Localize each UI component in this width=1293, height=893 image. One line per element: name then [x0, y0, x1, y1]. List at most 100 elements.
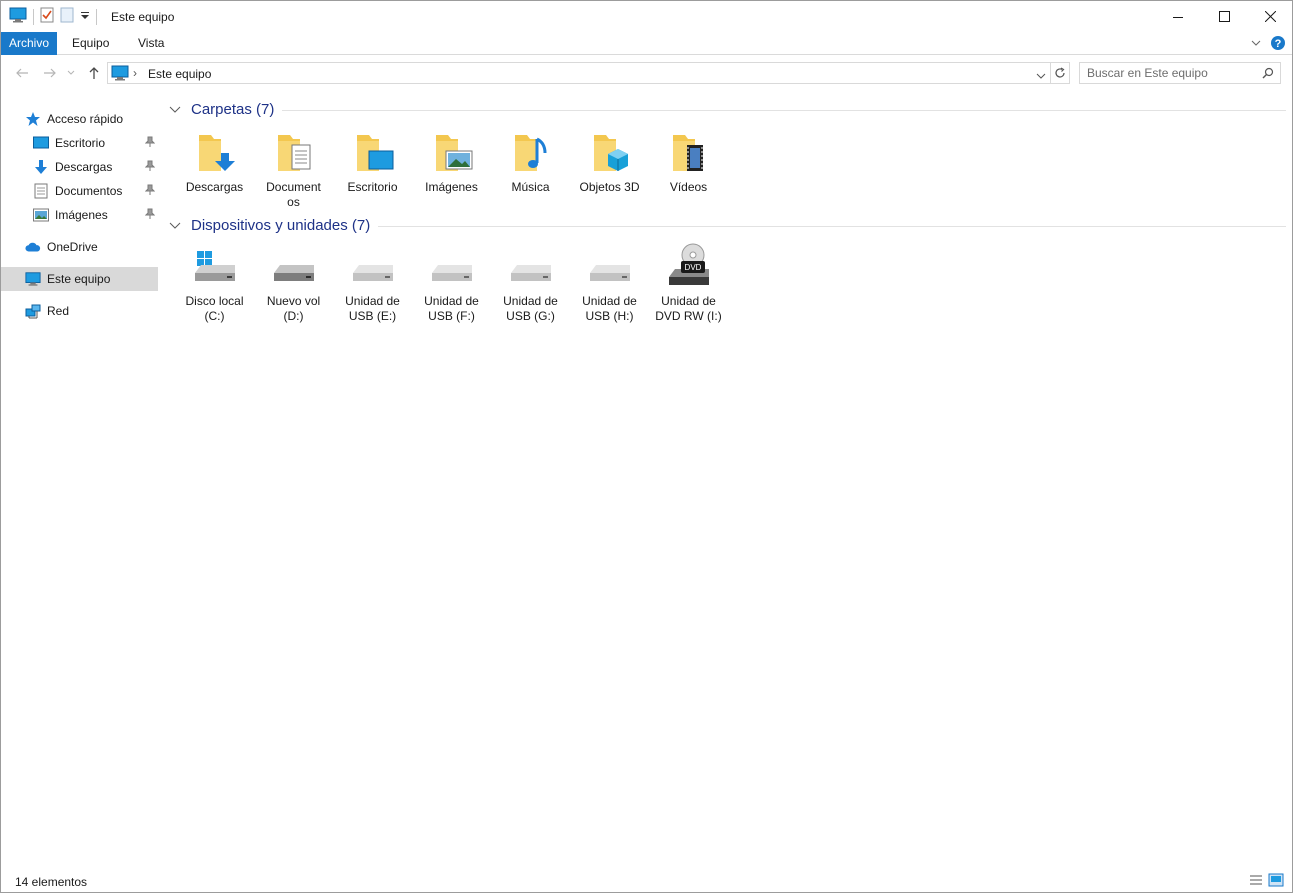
svg-text:?: ? — [1275, 38, 1282, 50]
sidebar-item-acceso-rapido[interactable]: Acceso rápido — [1, 107, 158, 131]
folder-item-escritorio[interactable]: Escritorio — [333, 129, 412, 210]
status-item-count: 14 elementos — [15, 875, 88, 889]
chevron-down-icon — [67, 70, 75, 75]
sidebar-item-imagenes[interactable]: Imágenes — [1, 203, 158, 227]
pin-icon[interactable] — [144, 136, 156, 151]
address-dropdown-button[interactable] — [1036, 69, 1046, 83]
content-pane: Carpetas (7) Descargas Document os Escri… — [161, 97, 1286, 324]
drive-item-e[interactable]: Unidad de USB (E:) — [333, 243, 412, 324]
folder-item-videos[interactable]: Vídeos — [649, 129, 728, 210]
recent-locations-button[interactable] — [65, 63, 77, 83]
cloud-icon — [25, 239, 41, 255]
documents-folder-icon — [270, 129, 318, 177]
item-label: Vídeos — [669, 180, 708, 194]
usb-drive-icon — [428, 243, 476, 291]
videos-folder-icon — [665, 129, 713, 177]
tab-archivo[interactable]: Archivo — [1, 32, 57, 55]
group-divider — [378, 225, 1286, 227]
item-label: Escritorio — [347, 180, 398, 194]
drive-item-g[interactable]: Unidad de USB (G:) — [491, 243, 570, 324]
pin-icon[interactable] — [144, 160, 156, 175]
folders-list: Descargas Document os Escritorio Imágene… — [175, 129, 1286, 210]
maximize-button[interactable] — [1201, 1, 1247, 32]
downloads-folder-icon — [191, 129, 239, 177]
group-title: Carpetas (7) — [191, 100, 275, 118]
chevron-down-icon[interactable] — [169, 217, 183, 234]
item-label: Imágenes — [425, 180, 478, 194]
network-icon — [25, 303, 41, 319]
devices-list: Disco local (C:) Nuevo vol (D:) Unidad d… — [175, 243, 1286, 324]
desktop-folder-icon — [349, 129, 397, 177]
expand-ribbon-button[interactable] — [1250, 37, 1262, 52]
sidebar-item-onedrive[interactable]: OneDrive — [1, 235, 158, 259]
ribbon-controls: ? — [1250, 35, 1286, 54]
customize-toolbar-icon[interactable] — [80, 10, 90, 24]
music-folder-icon — [507, 129, 555, 177]
toolbar-separator — [33, 8, 34, 25]
hard-drive-icon — [270, 243, 318, 291]
search-icon[interactable] — [1262, 67, 1274, 82]
folder-item-objetos-3d[interactable]: Objetos 3D — [570, 129, 649, 210]
item-label: Unidad de USB (H:) — [582, 294, 637, 323]
item-label: Nuevo vol (D:) — [266, 294, 321, 323]
close-button[interactable] — [1247, 1, 1293, 32]
pictures-folder-icon — [428, 129, 476, 177]
back-button[interactable] — [13, 63, 31, 83]
refresh-button[interactable] — [1050, 62, 1070, 84]
forward-button[interactable] — [41, 63, 59, 83]
chevron-down-icon[interactable] — [169, 101, 183, 118]
tab-equipo[interactable]: Equipo — [63, 32, 118, 55]
sidebar-item-escritorio[interactable]: Escritorio — [1, 131, 158, 155]
download-icon — [33, 159, 49, 175]
title-bar: Este equipo — [1, 1, 1292, 32]
toolbar-separator — [96, 8, 97, 25]
breadcrumb-separator[interactable]: › — [133, 66, 137, 80]
computer-icon — [25, 271, 41, 287]
folder-item-documentos[interactable]: Document os — [254, 129, 333, 210]
sidebar-item-label: Este equipo — [47, 272, 111, 286]
sidebar-item-documentos[interactable]: Documentos — [1, 179, 158, 203]
sidebar-item-label: Documentos — [55, 184, 123, 198]
star-icon — [25, 111, 41, 127]
folder-item-descargas[interactable]: Descargas — [175, 129, 254, 210]
drive-item-h[interactable]: Unidad de USB (H:) — [570, 243, 649, 324]
pin-icon[interactable] — [144, 208, 156, 223]
arrow-up-icon — [89, 67, 99, 79]
sidebar-item-label: Descargas — [55, 160, 113, 174]
sidebar-item-red[interactable]: Red — [1, 299, 158, 323]
drive-item-i[interactable]: DVD Unidad de DVD RW (I:) — [649, 243, 728, 324]
item-label: Disco local (C:) — [185, 294, 244, 323]
address-bar[interactable]: › Este equipo — [107, 62, 1051, 84]
search-input[interactable] — [1087, 66, 1257, 80]
new-folder-icon[interactable] — [60, 7, 74, 26]
large-icons-view-button[interactable] — [1268, 873, 1284, 890]
pin-icon[interactable] — [144, 184, 156, 199]
drive-item-d[interactable]: Nuevo vol (D:) — [254, 243, 333, 324]
properties-icon[interactable] — [40, 7, 54, 26]
minimize-button[interactable] — [1155, 1, 1201, 32]
help-icon: ? — [1271, 36, 1285, 50]
chevron-down-icon — [1036, 73, 1046, 79]
help-button[interactable]: ? — [1270, 35, 1286, 54]
search-box[interactable] — [1079, 62, 1281, 84]
tab-vista[interactable]: Vista — [129, 32, 173, 55]
breadcrumb-este-equipo[interactable]: Este equipo — [148, 67, 211, 81]
group-header-dispositivos[interactable]: Dispositivos y unidades (7) — [161, 213, 1286, 237]
details-view-button[interactable] — [1248, 873, 1264, 890]
item-label: Descargas — [185, 180, 244, 194]
drive-item-f[interactable]: Unidad de USB (F:) — [412, 243, 491, 324]
folder-item-imagenes[interactable]: Imágenes — [412, 129, 491, 210]
view-toggle — [1248, 873, 1284, 890]
up-button[interactable] — [85, 63, 103, 83]
sidebar-item-descargas[interactable]: Descargas — [1, 155, 158, 179]
window-title: Este equipo — [111, 10, 175, 24]
folder-item-musica[interactable]: Música — [491, 129, 570, 210]
drive-item-c[interactable]: Disco local (C:) — [175, 243, 254, 324]
group-title: Dispositivos y unidades (7) — [191, 216, 371, 234]
item-label: Unidad de USB (E:) — [345, 294, 400, 323]
sidebar-item-este-equipo[interactable]: Este equipo — [1, 267, 158, 291]
usb-drive-icon — [507, 243, 555, 291]
item-label: Unidad de USB (F:) — [424, 294, 479, 323]
group-header-carpetas[interactable]: Carpetas (7) — [161, 97, 1286, 121]
item-label: Document os — [266, 180, 321, 209]
